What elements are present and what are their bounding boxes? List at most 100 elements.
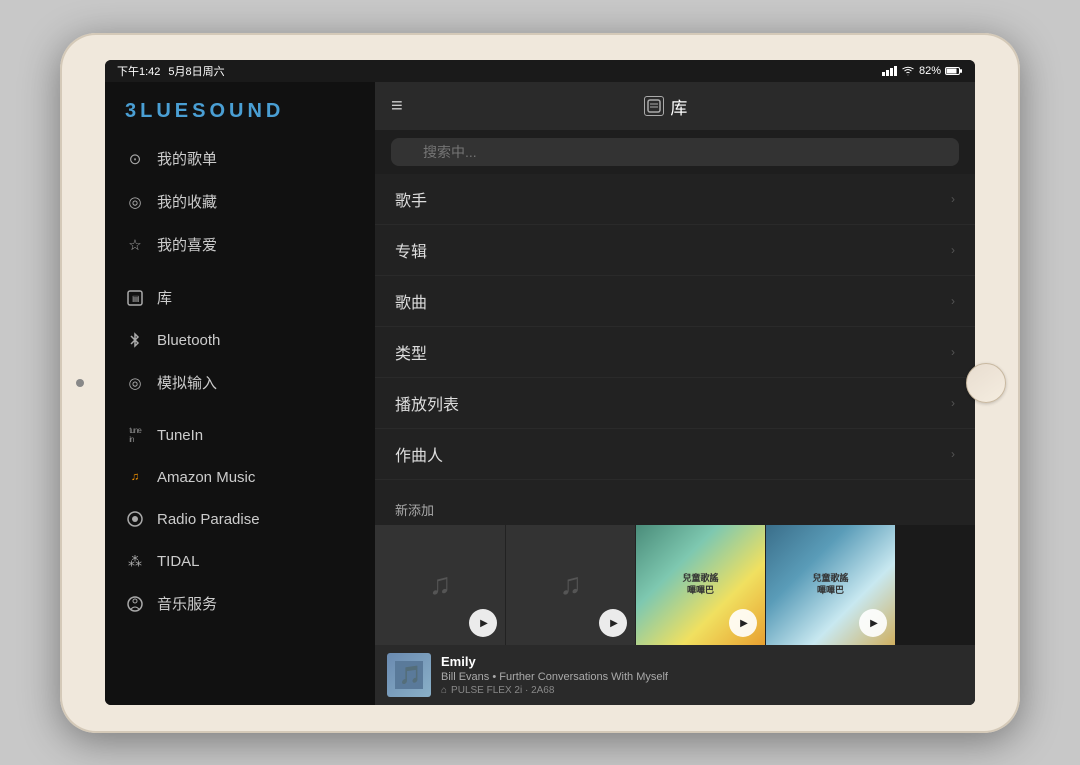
play-button-1[interactable] [469, 609, 497, 637]
list-area: 歌手 › 专辑 › 歌曲 › 类型 › [375, 174, 975, 492]
now-playing-title: Emily [441, 654, 963, 669]
list-item-label: 播放列表 [395, 391, 459, 415]
sidebar-item-label: TuneIn [157, 427, 203, 444]
status-left: 下午1:42 5月8日周六 [117, 63, 225, 79]
sidebar-item-tunein[interactable]: tunein TuneIn [105, 414, 375, 456]
sidebar-item-label: 我的歌单 [157, 148, 217, 169]
music-services-icon [125, 594, 145, 614]
chevron-right-icon: › [951, 294, 955, 308]
svg-text:🎵: 🎵 [399, 665, 421, 685]
sidebar-item-amazon-music[interactable]: ♫ Amazon Music [105, 456, 375, 498]
sidebar-item-label: 我的喜爱 [157, 234, 217, 255]
bluetooth-icon [125, 330, 145, 350]
library-icon: ▤ [125, 288, 145, 308]
chevron-right-icon: › [951, 345, 955, 359]
list-item-label: 作曲人 [395, 442, 443, 466]
status-date: 5月8日周六 [168, 63, 224, 79]
home-button[interactable] [966, 363, 1006, 403]
sidebar-item-label: TIDAL [157, 553, 200, 570]
battery-icon [945, 66, 963, 76]
list-item-playlist[interactable]: 播放列表 › [375, 378, 975, 429]
play-button-4[interactable] [859, 609, 887, 637]
top-bar: ≡ 库 [375, 82, 975, 130]
sidebar-item-label: Bluetooth [157, 332, 220, 349]
sidebar-item-label: Amazon Music [157, 469, 255, 486]
device-icon: ⌂ [441, 685, 447, 696]
logo-text: 3LUESOUND [125, 100, 284, 122]
album-art: 🎵 [387, 653, 431, 697]
play-button-3[interactable] [729, 609, 757, 637]
amazon-icon: ♫ [125, 467, 145, 487]
now-playing-bar[interactable]: 🎵 Emily Bill Evans • Further Conversatio… [375, 645, 975, 705]
new-additions: 新添加 ♫ ♫ [375, 492, 975, 645]
music-note-icon-2: ♫ [559, 568, 582, 602]
status-time: 下午1:42 [117, 63, 160, 79]
sidebar-item-my-collection[interactable]: ◎ 我的收藏 [105, 180, 375, 223]
sidebar-divider-1 [105, 266, 375, 276]
sidebar-item-my-favorites[interactable]: ☆ 我的喜爱 [105, 223, 375, 266]
sidebar-item-analog-input[interactable]: ◎ 模拟输入 [105, 361, 375, 404]
app-logo: 3LUESOUND [105, 82, 375, 137]
search-bar: 🔍 [375, 130, 975, 174]
chevron-right-icon: › [951, 396, 955, 410]
list-item-album[interactable]: 专辑 › [375, 225, 975, 276]
search-input[interactable] [391, 138, 959, 166]
right-panel: ≡ 库 [375, 82, 975, 705]
signal-icon [882, 66, 897, 76]
tidal-icon: ⁂ [125, 551, 145, 571]
album-card-4[interactable]: 兒童歌謠嗶嗶巴 [765, 525, 895, 645]
wifi-icon [901, 66, 915, 76]
sidebar-item-my-playlist[interactable]: ⊙ 我的歌单 [105, 137, 375, 180]
sidebar-divider-2 [105, 404, 375, 414]
sidebar-item-radio-paradise[interactable]: Radio Paradise [105, 498, 375, 540]
tunein-icon: tunein [125, 425, 145, 445]
radio-paradise-icon [125, 509, 145, 529]
now-playing-device: ⌂ PULSE FLEX 2i · 2A68 [441, 685, 963, 696]
status-right: 82% [882, 65, 963, 77]
playlist-icon: ⊙ [125, 149, 145, 169]
camera-dot [76, 379, 84, 387]
album-card-1[interactable]: ♫ [375, 525, 505, 645]
sidebar-item-library[interactable]: ▤ 库 [105, 276, 375, 319]
list-item-composer[interactable]: 作曲人 › [375, 429, 975, 480]
favorites-icon: ☆ [125, 235, 145, 255]
list-item-label: 类型 [395, 340, 427, 364]
sidebar-item-label: 库 [157, 287, 172, 308]
list-item-label: 专辑 [395, 238, 427, 262]
search-wrapper: 🔍 [391, 138, 959, 166]
device-name: PULSE FLEX 2i · 2A68 [451, 685, 554, 696]
menu-button[interactable]: ≡ [391, 95, 403, 118]
list-item-label: 歌手 [395, 187, 427, 211]
collection-icon: ◎ [125, 192, 145, 212]
sidebar-item-label: 模拟输入 [157, 372, 217, 393]
sidebar-item-label: 音乐服务 [157, 593, 217, 614]
list-item-song[interactable]: 歌曲 › [375, 276, 975, 327]
sidebar-item-music-services[interactable]: 音乐服务 [105, 582, 375, 625]
tablet-screen: 下午1:42 5月8日周六 82% [105, 60, 975, 705]
play-button-2[interactable] [599, 609, 627, 637]
tablet-frame: 下午1:42 5月8日周六 82% [60, 33, 1020, 733]
album-card-3[interactable]: 兒童歌謠嗶嗶巴 [635, 525, 765, 645]
albums-row: ♫ ♫ [375, 525, 975, 645]
chevron-right-icon: › [951, 447, 955, 461]
new-additions-header: 新添加 [375, 492, 975, 525]
sidebar-item-tidal[interactable]: ⁂ TIDAL [105, 540, 375, 582]
music-note-icon: ♫ [429, 568, 452, 602]
sidebar: 3LUESOUND ⊙ 我的歌单 ◎ 我的收藏 ☆ 我的喜爱 [105, 82, 375, 705]
list-item-artist[interactable]: 歌手 › [375, 174, 975, 225]
now-playing-thumbnail: 🎵 [387, 653, 431, 697]
main-area: 3LUESOUND ⊙ 我的歌单 ◎ 我的收藏 ☆ 我的喜爱 [105, 82, 975, 705]
chevron-right-icon: › [951, 243, 955, 257]
list-item-genre[interactable]: 类型 › [375, 327, 975, 378]
svg-text:▤: ▤ [132, 294, 140, 303]
chevron-right-icon: › [951, 192, 955, 206]
list-item-folder[interactable]: 文件夹 › [375, 480, 975, 492]
page-title: 库 [670, 94, 687, 119]
library-header-icon [644, 96, 664, 116]
now-playing-artist: Bill Evans • Further Conversations With … [441, 671, 963, 683]
hamburger-icon: ≡ [391, 95, 403, 117]
sidebar-item-bluetooth[interactable]: Bluetooth [105, 319, 375, 361]
album-card-2[interactable]: ♫ [505, 525, 635, 645]
header-title-area: 库 [644, 94, 687, 119]
now-playing-info: Emily Bill Evans • Further Conversations… [441, 654, 963, 696]
